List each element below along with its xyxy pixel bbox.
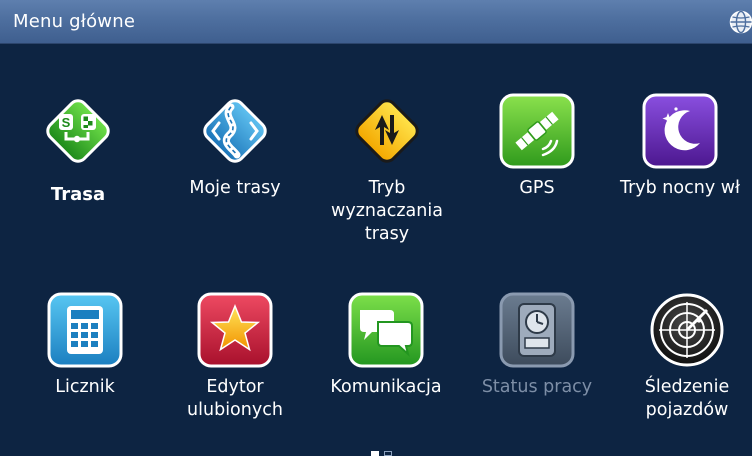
road-curve-icon — [197, 93, 273, 169]
road-sign-icon — [349, 93, 425, 169]
menu-tile-label: GPS — [519, 178, 555, 198]
menu-tile-label: Śledzenie pojazdów — [644, 377, 730, 420]
page-dot-active[interactable] — [371, 451, 379, 456]
menu-tile-label: Komunikacja — [330, 377, 442, 397]
svg-text:S: S — [62, 115, 71, 130]
menu-tile-label: Moje trasy — [189, 178, 281, 198]
globe-icon[interactable] — [729, 10, 752, 34]
menu-tile-label: Licznik — [55, 377, 115, 397]
chat-icon — [348, 292, 424, 368]
menu-tile-label: Tryb wyznaczania trasy — [331, 178, 443, 244]
calculator-icon — [47, 292, 123, 368]
night-mode-icon — [642, 93, 718, 169]
menu-tile-label: Edytor ulubionych — [187, 377, 283, 420]
menu-tile-label: Status pracy — [481, 377, 593, 397]
favorite-star-icon — [197, 292, 273, 368]
radar-icon — [649, 292, 725, 368]
title-bar: Menu główne — [0, 0, 752, 44]
page-dot[interactable] — [384, 451, 392, 456]
route-icon: S — [40, 93, 116, 169]
time-clock-icon — [499, 292, 575, 368]
page-title: Menu główne — [13, 11, 136, 32]
main-menu-grid: S Trasa Moje trasy Tryb wyznaczania tras… — [0, 45, 752, 456]
page-indicator — [371, 451, 401, 456]
satellite-icon — [499, 93, 575, 169]
menu-tile-label: Trasa — [50, 184, 106, 205]
menu-tile-label: Tryb nocny wł — [619, 178, 741, 198]
